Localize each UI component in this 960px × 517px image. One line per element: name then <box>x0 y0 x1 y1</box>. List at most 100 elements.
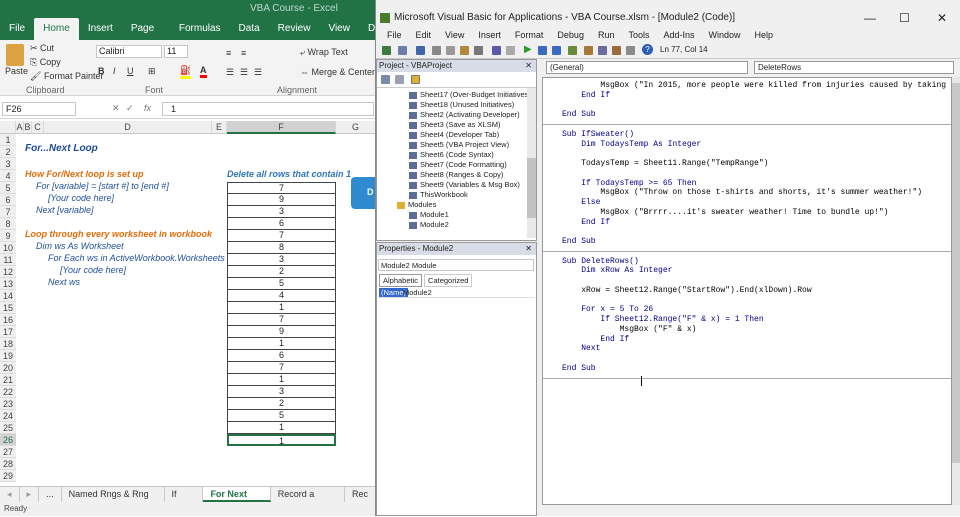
borders-icon[interactable]: ⊞ <box>148 66 156 77</box>
object-dropdown[interactable]: (General) <box>546 61 748 74</box>
project-tree-item[interactable]: Sheet4 (Developer Tab) <box>409 130 499 140</box>
properties-object-select[interactable]: Module2 Module <box>378 259 534 271</box>
cell-f-value[interactable]: 2 <box>227 398 336 410</box>
project-scroll-thumb[interactable] <box>527 158 536 218</box>
row-header[interactable]: 17 <box>0 326 16 338</box>
tab-insert[interactable]: Insert <box>79 18 122 40</box>
row-header[interactable]: 12 <box>0 266 16 278</box>
bold-button[interactable]: B <box>98 66 105 76</box>
tab-formulas[interactable]: Formulas <box>170 18 230 40</box>
tab-page-layout[interactable]: Page Layout <box>122 18 170 56</box>
menu-tools[interactable]: Tools <box>621 28 656 43</box>
sheet-tab-if-then[interactable]: If Then <box>165 487 204 514</box>
find-icon[interactable] <box>474 46 483 55</box>
maximize-icon[interactable]: ☐ <box>899 8 910 28</box>
cell-f-value[interactable]: 1 <box>227 338 336 350</box>
properties-icon[interactable] <box>598 46 607 55</box>
run-icon[interactable]: ▶ <box>524 44 532 55</box>
design-mode-icon[interactable] <box>568 46 577 55</box>
redo-icon[interactable] <box>506 46 515 55</box>
reset-icon[interactable] <box>552 46 561 55</box>
row-header[interactable]: 24 <box>0 410 16 422</box>
help-icon[interactable]: ? <box>642 44 653 55</box>
code-line[interactable]: TodaysTemp = Sheet11.Range("TempRange") <box>562 159 768 168</box>
tab-alphabetic[interactable]: Alphabetic <box>379 274 423 287</box>
menu-edit[interactable]: Edit <box>409 28 439 43</box>
tab-review[interactable]: Review <box>269 18 320 40</box>
row-header[interactable]: 27 <box>0 446 16 458</box>
cell-f-value[interactable]: 7 <box>227 314 336 326</box>
toolbox-icon[interactable] <box>626 46 635 55</box>
code-line[interactable]: Sub IfSweater() <box>562 130 634 139</box>
project-tree-item[interactable]: Sheet8 (Ranges & Copy) <box>409 170 503 180</box>
code-line[interactable]: End If <box>562 91 610 100</box>
paste-icon[interactable] <box>6 44 24 66</box>
code-line[interactable]: Next <box>562 344 600 353</box>
cell-f-value[interactable]: 9 <box>227 326 336 338</box>
code-line[interactable]: MsgBox ("Brrrr....it's sweater weather! … <box>562 208 888 217</box>
name-box[interactable]: F26 <box>2 102 76 116</box>
copy-button[interactable]: ⎘ Copy <box>30 57 61 68</box>
cell-f-value[interactable]: 1 <box>227 422 336 434</box>
column-header-d[interactable]: D <box>44 121 212 134</box>
code-line[interactable]: xRow = Sheet12.Range("StartRow").End(xlD… <box>562 286 811 295</box>
project-tree-item[interactable]: Sheet7 (Code Formatting) <box>409 160 507 170</box>
row-header[interactable]: 22 <box>0 386 16 398</box>
code-line[interactable]: Sub DeleteRows() <box>562 257 639 266</box>
object-browser-icon[interactable] <box>612 46 621 55</box>
italic-button[interactable]: I <box>113 66 116 76</box>
align-top-icon[interactable]: ≡ <box>226 48 231 58</box>
view-code-icon[interactable] <box>381 75 390 84</box>
copy-icon[interactable] <box>446 46 455 55</box>
menu-file[interactable]: File <box>380 28 409 43</box>
tab-categorized[interactable]: Categorized <box>424 274 473 287</box>
cancel-icon[interactable]: ✕ <box>112 103 120 114</box>
column-header-b[interactable]: B <box>24 121 32 134</box>
row-header[interactable]: 5 <box>0 182 16 194</box>
row-header[interactable]: 28 <box>0 458 16 470</box>
code-line[interactable]: Else <box>562 198 600 207</box>
sheet-tab-named-rngs[interactable]: Named Rngs & Rng Func <box>62 487 165 514</box>
menu-add-ins[interactable]: Add-Ins <box>656 28 701 43</box>
code-line[interactable]: If TodaysTemp >= 65 Then <box>562 179 696 188</box>
minimize-icon[interactable]: — <box>864 8 876 28</box>
menu-debug[interactable]: Debug <box>550 28 591 43</box>
tab-file[interactable]: File <box>0 18 34 40</box>
font-name-select[interactable]: Calibri <box>96 45 162 58</box>
prev-sheet-icon[interactable]: ◂ <box>0 487 20 502</box>
row-header[interactable]: 3 <box>0 158 16 170</box>
function-icon[interactable]: fx <box>144 103 151 113</box>
tab-view[interactable]: View <box>319 18 359 40</box>
properties-close-icon[interactable]: ✕ <box>525 243 532 255</box>
row-header[interactable]: 4 <box>0 170 16 182</box>
code-line[interactable]: MsgBox ("F" & x) <box>562 325 697 334</box>
break-icon[interactable] <box>538 46 547 55</box>
row-header[interactable]: 18 <box>0 338 16 350</box>
cell-f-value[interactable]: 1 <box>227 374 336 386</box>
project-tree-item[interactable]: Module1 <box>409 210 449 220</box>
align-center-icon[interactable]: ☰ <box>240 67 248 78</box>
align-left-icon[interactable]: ☰ <box>226 67 234 78</box>
cell-f-value[interactable]: 3 <box>227 254 336 266</box>
row-header[interactable]: 9 <box>0 230 16 242</box>
sheet-tab-for-next-loop[interactable]: For Next Loop <box>203 487 271 514</box>
cell-f-value[interactable]: 1 <box>227 434 336 446</box>
row-header[interactable]: 10 <box>0 242 16 254</box>
code-editor[interactable]: MsgBox ("In 2015, more people were kille… <box>542 77 952 505</box>
cell-f-value[interactable]: 3 <box>227 386 336 398</box>
code-line[interactable]: For x = 5 To 26 <box>562 305 653 314</box>
project-tree-item[interactable]: Sheet18 (Unused Initiatives) <box>409 100 514 110</box>
fill-color-icon[interactable]: ⛽ <box>180 65 192 79</box>
project-tree-item[interactable]: Sheet3 (Save as XLSM) <box>409 120 500 130</box>
cell-f-value[interactable]: 9 <box>227 194 336 206</box>
paste-icon[interactable] <box>460 46 469 55</box>
sheet-tabs-more-icon[interactable]: ... <box>39 487 62 502</box>
menu-run[interactable]: Run <box>591 28 622 43</box>
view-object-icon[interactable] <box>395 75 404 84</box>
cell-f-value[interactable]: 5 <box>227 410 336 422</box>
cell-f-value[interactable]: 4 <box>227 290 336 302</box>
row-header[interactable]: 29 <box>0 470 16 482</box>
code-line[interactable]: End If <box>562 335 629 344</box>
row-header[interactable]: 7 <box>0 206 16 218</box>
column-header-e[interactable]: E <box>212 121 227 134</box>
